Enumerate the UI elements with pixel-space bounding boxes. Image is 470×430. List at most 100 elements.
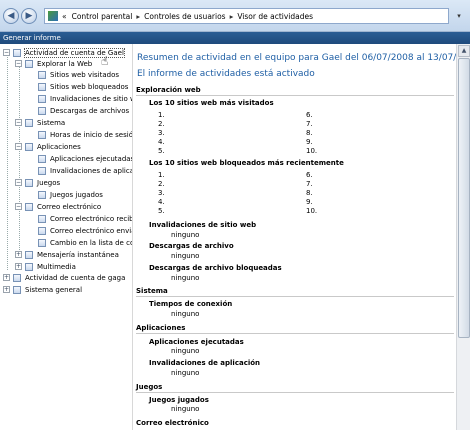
tree-item-app-overrides[interactable]: Invalidaciones de aplicación xyxy=(38,165,132,176)
section-system: Sistema xyxy=(136,287,168,295)
page-icon xyxy=(38,154,46,163)
tree-item-downloads[interactable]: Descargas de archivos xyxy=(38,105,129,116)
visited-rank: 3. xyxy=(158,129,165,137)
site-overrides-value: ninguno xyxy=(171,231,200,239)
tree-item-contact-list-change[interactable]: Cambio en la lista de conta xyxy=(38,237,132,248)
visited-rank: 8. xyxy=(306,129,313,137)
tree-item-games[interactable]: − Juegos xyxy=(15,177,60,188)
folder-icon xyxy=(25,262,33,271)
downloads-value: ninguno xyxy=(171,252,200,260)
login-times-label: Tiempos de conexión xyxy=(149,300,233,308)
scroll-up-arrow-icon[interactable]: ▲ xyxy=(458,45,470,57)
tree-item-media[interactable]: + Multimedia xyxy=(15,261,76,272)
page-icon xyxy=(38,106,46,115)
tree-item-games-played[interactable]: Juegos jugados xyxy=(38,189,103,200)
visited-rank: 2. xyxy=(158,120,165,128)
blocked-downloads-value: ninguno xyxy=(171,274,200,282)
blocked-rank: 6. xyxy=(306,171,313,179)
folder-icon xyxy=(25,178,33,187)
generate-report-button[interactable]: Generar informe xyxy=(3,34,61,42)
tree-item-web[interactable]: − Explorar la Web xyxy=(15,58,92,69)
page-icon xyxy=(38,238,46,247)
visited-rank: 6. xyxy=(306,111,313,119)
expand-icon[interactable]: + xyxy=(3,286,10,293)
blocked-rank: 9. xyxy=(306,198,313,206)
collapse-icon[interactable]: − xyxy=(15,179,22,186)
collapse-icon[interactable]: − xyxy=(15,119,22,126)
page-icon xyxy=(38,70,46,79)
page-icon xyxy=(38,166,46,175)
top-visited-label: Los 10 sitios web más visitados xyxy=(149,99,274,107)
report-panel: Resumen de actividad en el equipo para G… xyxy=(134,44,456,430)
tree-item-system[interactable]: − Sistema xyxy=(15,117,65,128)
visited-rank: 1. xyxy=(158,111,165,119)
hand-cursor-icon: ☝ xyxy=(101,54,109,68)
tree-item-apps-run[interactable]: Aplicaciones ejecutadas xyxy=(38,153,132,164)
computer-icon xyxy=(13,285,21,294)
page-icon xyxy=(38,190,46,199)
folder-icon xyxy=(25,118,33,127)
activity-tree: − Actividad de cuenta de Gael − Explorar… xyxy=(0,44,133,430)
page-icon xyxy=(38,226,46,235)
app-overrides-value: ninguno xyxy=(171,369,200,377)
forward-arrow-icon[interactable]: ▶ xyxy=(21,8,37,24)
blocked-rank: 8. xyxy=(306,189,313,197)
address-field[interactable]: « Control parental ▸ Controles de usuari… xyxy=(44,8,449,24)
control-panel-icon xyxy=(48,11,58,21)
tree-item-gaga[interactable]: + Actividad de cuenta de gaga xyxy=(3,272,125,283)
blocked-rank: 1. xyxy=(158,171,165,179)
visited-rank: 7. xyxy=(306,120,313,128)
games-played-value: ninguno xyxy=(171,405,200,413)
tree-item-email[interactable]: − Correo electrónico xyxy=(15,201,101,212)
tree-item-apps[interactable]: − Aplicaciones xyxy=(15,141,81,152)
tree-item-sites-blocked[interactable]: Sitios web bloqueados xyxy=(38,81,128,92)
collapse-icon[interactable]: − xyxy=(15,60,22,67)
tree-item-login-hours[interactable]: Horas de inicio de sesión xyxy=(38,129,132,140)
blocked-rank: 5. xyxy=(158,207,165,215)
user-activity-icon xyxy=(13,273,21,282)
visited-rank: 10. xyxy=(306,147,318,155)
breadcrumb-controles-usuarios[interactable]: Controles de usuarios xyxy=(144,12,225,21)
tree-item-sites-visited[interactable]: Sitios web visitados xyxy=(38,69,119,80)
top-blocked-label: Los 10 sitios web bloqueados más recient… xyxy=(149,159,344,167)
collapse-icon[interactable]: − xyxy=(15,143,22,150)
folder-icon xyxy=(25,59,33,68)
collapse-icon[interactable]: − xyxy=(15,203,22,210)
address-dropdown-icon[interactable]: ▾ xyxy=(453,8,465,24)
expand-icon[interactable]: + xyxy=(15,263,22,270)
section-web: Exploración web xyxy=(136,86,201,94)
folder-icon xyxy=(25,250,33,259)
page-icon xyxy=(38,82,46,91)
vertical-scrollbar[interactable]: ▲ xyxy=(456,44,470,430)
tree-item-general-system[interactable]: + Sistema general xyxy=(3,284,82,295)
blocked-rank: 7. xyxy=(306,180,313,188)
app-overrides-label: Invalidaciones de aplicación xyxy=(149,359,261,367)
breadcrumb-separator-icon[interactable]: ▸ xyxy=(230,12,234,21)
breadcrumb-separator-icon[interactable]: ▸ xyxy=(136,12,140,21)
expand-icon[interactable]: + xyxy=(15,251,22,258)
address-overflow-chevron[interactable]: « xyxy=(62,12,67,21)
section-apps: Aplicaciones xyxy=(136,324,186,332)
blocked-rank: 2. xyxy=(158,180,165,188)
breadcrumb-visor-actividades[interactable]: Visor de actividades xyxy=(237,12,313,21)
visited-rank: 4. xyxy=(158,138,165,146)
user-activity-icon xyxy=(13,48,21,57)
scrollbar-thumb[interactable] xyxy=(458,58,470,338)
breadcrumb-control-parental[interactable]: Control parental xyxy=(72,12,133,21)
blocked-downloads-label: Descargas de archivo bloqueadas xyxy=(149,264,282,272)
back-arrow-icon[interactable]: ◀ xyxy=(3,8,19,24)
tree-item-email-sent[interactable]: Correo electrónico enviado xyxy=(38,225,132,236)
games-played-label: Juegos jugados xyxy=(149,396,209,404)
downloads-label: Descargas de archivo xyxy=(149,242,234,250)
tree-item-email-received[interactable]: Correo electrónico recibido xyxy=(38,213,132,224)
tree-item-site-overrides[interactable]: Invalidaciones de sitio web xyxy=(38,93,132,104)
apps-run-value: ninguno xyxy=(171,347,200,355)
report-title: Resumen de actividad en el equipo para G… xyxy=(137,53,456,63)
site-overrides-label: Invalidaciones de sitio web xyxy=(149,221,257,229)
tree-item-im[interactable]: + Mensajería instantánea xyxy=(15,249,119,260)
collapse-icon[interactable]: − xyxy=(3,49,10,56)
address-bar-region: ◀ ▶ « Control parental ▸ Controles de us… xyxy=(0,0,470,32)
expand-icon[interactable]: + xyxy=(3,274,10,281)
visited-rank: 9. xyxy=(306,138,313,146)
page-icon xyxy=(38,94,46,103)
